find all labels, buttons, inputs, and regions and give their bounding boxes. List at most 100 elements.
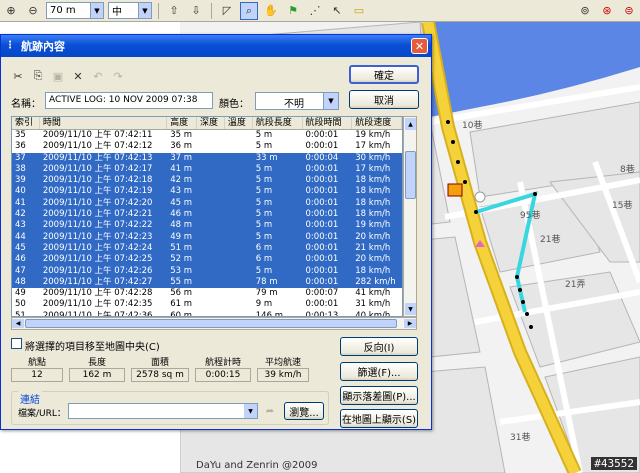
find-binoculars-icon[interactable]: ⊚ [576,2,594,20]
waypoint-flag-icon[interactable]: ⚑ [284,2,302,20]
table-horizontal-scrollbar[interactable]: ◀ ▶ [11,317,417,330]
cell-leg-time: 0:00:01 [305,197,339,208]
table-row[interactable]: 39 2009/11/10 上午 07:42:18 42 m 5 m 0:00:01 18… [12,175,402,187]
cell-altitude: 55 m [170,276,192,287]
scroll-thumb[interactable] [405,151,416,199]
table-row[interactable]: 45 2009/11/10 上午 07:42:24 51 m 6 m 0:00:01 21… [12,242,402,255]
table-vertical-scrollbar[interactable]: ▲ ▼ [403,116,417,317]
table-row[interactable]: 41 2009/11/10 上午 07:42:20 45 m 5 m 0:00:01 18… [12,197,402,210]
cell-index: 43 [15,220,26,231]
filter-button[interactable]: 篩選(F)... [340,362,418,381]
cell-index: 40 [15,186,26,197]
redo-icon[interactable]: ↷ [111,69,125,83]
route-tool-icon[interactable]: ⋰ [306,2,324,20]
delete-icon[interactable]: ✕ [71,69,85,83]
dialog-titlebar[interactable]: ⋮ 航跡內容 [1,35,431,57]
cell-index: 48 [15,276,26,287]
download-from-device-icon[interactable]: ⇩ [187,2,205,20]
cut-icon[interactable]: ✂ [11,69,25,83]
pointer-icon[interactable]: ↖ [328,2,346,20]
table-row[interactable]: 43 2009/11/10 上午 07:42:22 48 m 5 m 0:00:01 19… [12,220,402,232]
color-select[interactable]: 不明 ▼ [255,92,339,110]
table-row[interactable]: 37 2009/11/10 上午 07:42:13 37 m 33 m 0:00:04 3… [12,152,402,164]
cell-altitude: 49 m [170,231,192,242]
table-row[interactable]: 42 2009/11/10 上午 07:42:21 46 m 5 m 0:00:01 18… [12,209,402,221]
reverse-button[interactable]: 反向(I) [340,337,418,356]
zoom-in-icon[interactable]: ⊕ [2,2,20,20]
cell-leg-length: 78 m [255,276,278,287]
table-row[interactable]: 49 2009/11/10 上午 07:42:28 56 m 79 m 0:00:07 4… [12,288,402,299]
column-header-leg-time[interactable]: 航段時間 [303,117,353,129]
dialog-title: 航跡內容 [21,40,65,53]
find-poi-icon[interactable]: ⊜ [620,2,638,20]
open-link-icon[interactable]: ➦ [262,403,278,419]
cell-depth [197,153,225,164]
cell-altitude: 36 m [170,141,192,152]
paste-icon[interactable]: ▣ [51,69,65,83]
poi-circle-icon [474,191,486,203]
scroll-up-icon[interactable]: ▲ [405,118,416,130]
column-header-depth[interactable]: 深度 [197,117,225,129]
cell-leg-length: 5 m [255,197,273,208]
track-name-input[interactable]: ACTIVE LOG: 10 NOV 2009 07:38 [45,92,213,109]
browse-button[interactable]: 瀏覽... [284,402,324,420]
center-on-map-checkbox[interactable] [11,338,22,349]
cell-temperature [225,141,253,152]
table-row[interactable]: 44 2009/11/10 上午 07:42:23 49 m 5 m 0:00:01 20… [12,231,402,243]
column-header-time[interactable]: 時間 [40,117,168,129]
cell-leg-length: 5 m [255,209,273,220]
cell-leg-time: 0:00:01 [305,186,339,197]
column-header-altitude[interactable]: 高度 [167,117,198,129]
cell-leg-speed: 18 km/h [355,209,391,220]
table-row[interactable]: 36 2009/11/10 上午 07:42:12 36 m 5 m 0:00:01 17… [12,141,402,152]
track-points-table[interactable]: 索引 時間 高度 深度 溫度 航段長度 航段時間 航段速度 35 2009/11/… [11,116,403,317]
chevron-down-icon: ▼ [323,93,338,109]
scroll-right-icon[interactable]: ▶ [404,319,416,328]
cancel-button[interactable]: 取消 [349,90,419,109]
column-header-leg-speed[interactable]: 航段速度 [352,117,402,129]
upload-to-device-icon[interactable]: ⇧ [165,2,183,20]
zoom-out-icon[interactable]: ⊖ [24,2,42,20]
table-row[interactable]: 47 2009/11/10 上午 07:42:26 53 m 5 m 0:00:01 18… [12,265,402,277]
table-row[interactable]: 46 2009/11/10 上午 07:42:25 52 m 6 m 0:00:01 20… [12,254,402,266]
scroll-down-icon[interactable]: ▼ [405,303,416,315]
copy-icon[interactable]: ⎘ [31,69,45,83]
cell-time: 2009/11/10 上午 07:42:18 [42,175,153,186]
close-button[interactable]: ✕ [411,38,428,54]
undo-icon[interactable]: ↶ [91,69,105,83]
scroll-left-icon[interactable]: ◀ [12,319,24,328]
cell-leg-time: 0:00:01 [305,231,339,242]
cell-leg-time: 0:00:01 [305,276,339,287]
cell-time: 2009/11/10 上午 07:42:21 [42,209,153,220]
table-row[interactable]: 38 2009/11/10 上午 07:42:17 41 m 5 m 0:00:01 17… [12,163,402,176]
zoom-scale-select[interactable]: 70 m ▼ [46,2,104,19]
stat-value-area: 2578 sq m [131,368,189,382]
select-tool-icon[interactable]: ◸ [218,2,236,20]
column-header-leg-length[interactable]: 航段長度 [253,117,303,129]
file-url-input[interactable]: ▼ [68,403,258,419]
table-row[interactable]: 40 2009/11/10 上午 07:42:19 43 m 5 m 0:00:01 18… [12,186,402,198]
detail-level-select[interactable]: 中 ▼ [108,2,152,19]
table-row[interactable]: 48 2009/11/10 上午 07:42:27 55 m 78 m 0:00:01 2… [12,276,402,289]
scroll-thumb[interactable] [25,319,397,328]
stat-label-length: 長度 [87,358,106,368]
stat-label-area: 面積 [150,358,169,368]
toolbar-divider [211,2,212,19]
zoom-tool-icon[interactable]: ⌕ [240,1,258,20]
cell-time: 2009/11/10 上午 07:42:35 [42,299,153,310]
table-row[interactable]: 35 2009/11/10 上午 07:42:11 35 m 5 m 0:00:01 19… [12,130,402,141]
cell-leg-speed: 41 km/h [355,288,391,299]
find-address-icon[interactable]: ⊛ [598,2,616,20]
column-header-index[interactable]: 索引 [12,117,40,129]
show-on-map-button[interactable]: 在地圖上顯示(S) [340,409,418,428]
table-row[interactable]: 50 2009/11/10 上午 07:42:35 61 m 9 m 0:00:01 31… [12,299,402,310]
column-header-temperature[interactable]: 溫度 [225,117,253,129]
ok-button[interactable]: 確定 [349,65,419,84]
chevron-down-icon[interactable]: ▼ [244,404,257,418]
image-watermark: #43552 [591,457,637,470]
measure-ruler-icon[interactable]: ▭ [350,2,368,20]
cell-depth [197,130,225,141]
stat-value-points: 12 [11,368,63,382]
show-profile-button[interactable]: 顯示落差圖(P)... [340,386,418,405]
pan-hand-icon[interactable]: ✋ [262,2,280,20]
